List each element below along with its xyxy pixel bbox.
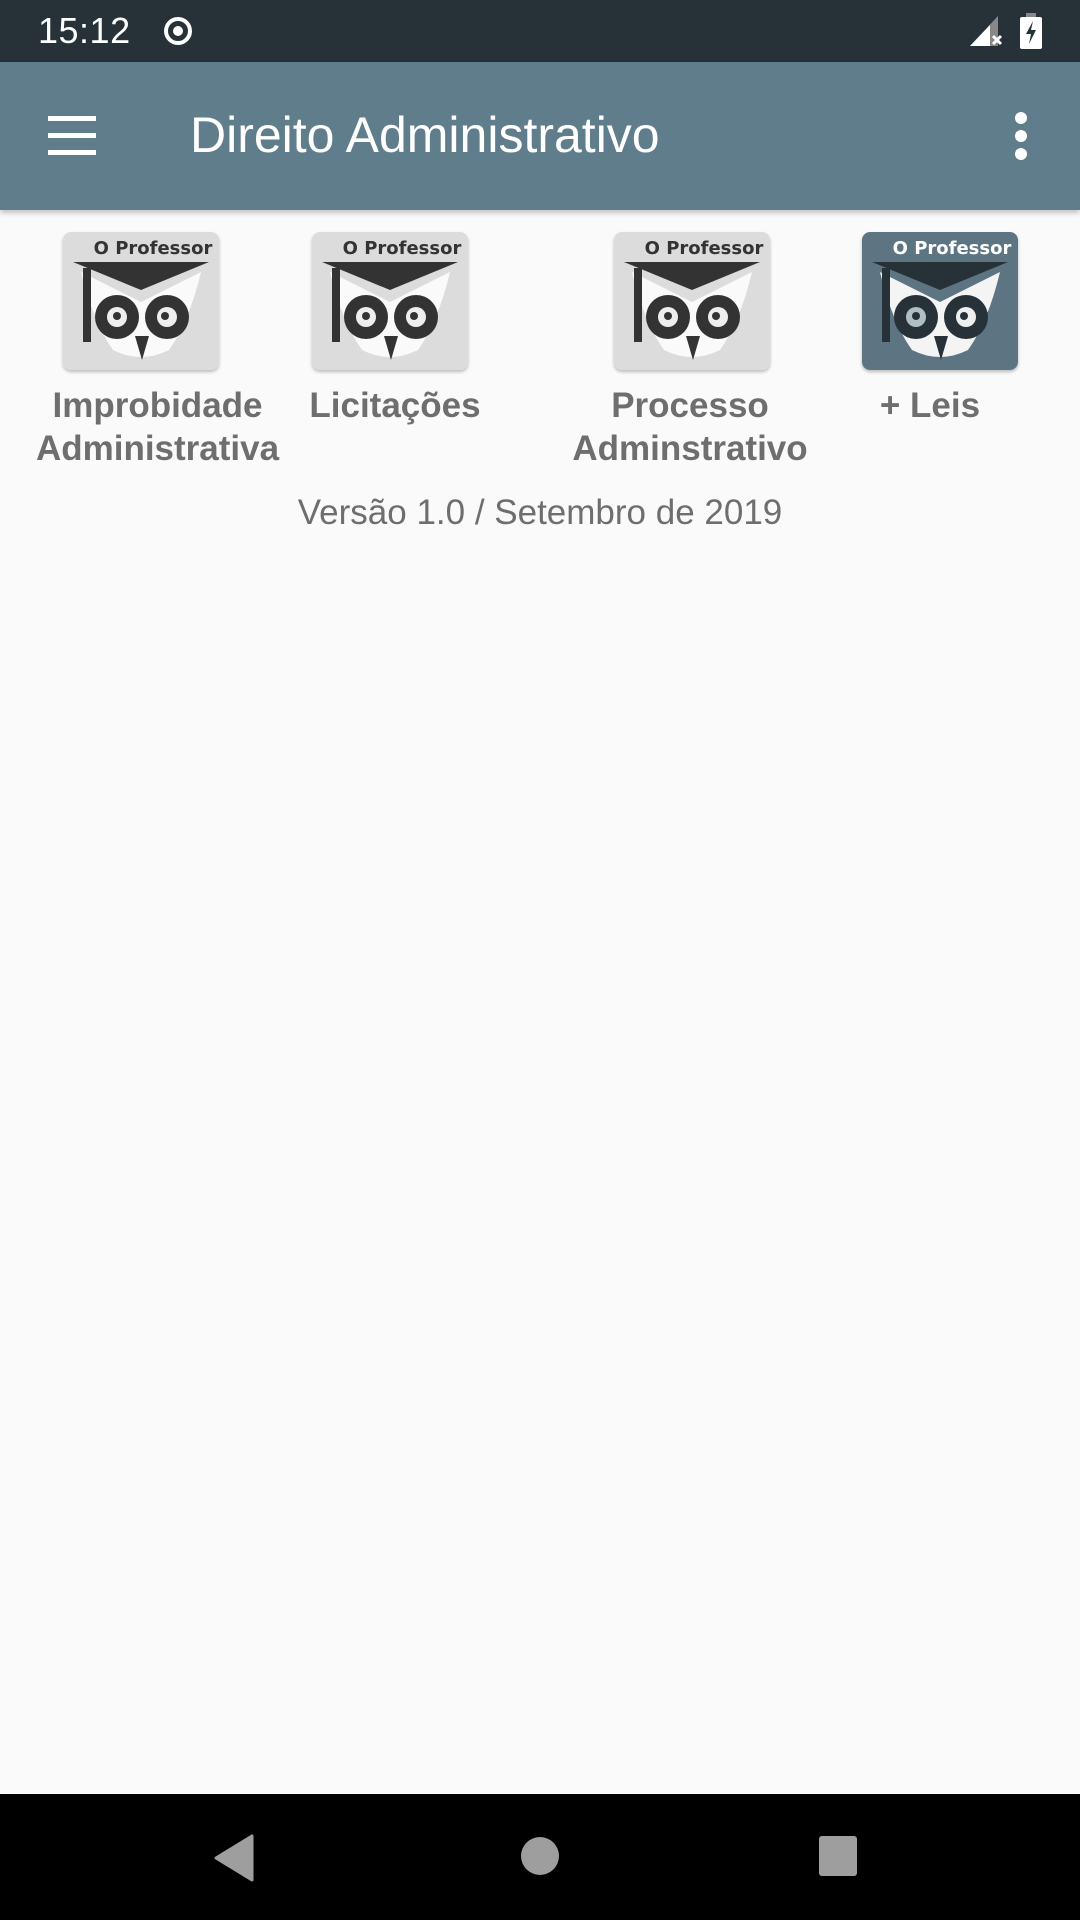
tile-icon-text: O Professor xyxy=(94,238,213,259)
tile-icon-text: O Professor xyxy=(893,238,1012,259)
app-title: Direito Administrativo xyxy=(190,107,660,163)
tile-improbidade-administrativa[interactable]: O Professor Improbidade Administrativa xyxy=(0,232,315,472)
back-icon[interactable] xyxy=(212,1834,256,1882)
tile-label: + Leis xyxy=(840,384,1020,427)
owl-professor-icon: O Professor xyxy=(63,232,219,370)
tile-label: Improbidade Administrativa xyxy=(0,384,315,470)
navigation-bar xyxy=(0,1794,1080,1920)
tile-label-line1: Processo xyxy=(611,386,769,425)
tile-label-line1: + Leis xyxy=(879,386,981,425)
owl-professor-icon: O Professor xyxy=(312,232,468,370)
tile-label-line1: Licitações xyxy=(309,386,481,425)
hamburger-menu-icon[interactable] xyxy=(40,106,104,166)
record-icon xyxy=(164,17,192,45)
tile-icon-text: O Professor xyxy=(343,238,462,259)
recents-icon[interactable] xyxy=(818,1835,858,1877)
tile-label-line2: Adminstrativo xyxy=(572,429,808,468)
home-icon[interactable] xyxy=(520,1836,560,1876)
tile-label-line2: Administrativa xyxy=(35,429,280,468)
tile-mais-leis[interactable]: O Professor + Leis xyxy=(840,232,1020,472)
battery-charging-icon xyxy=(1020,13,1042,49)
app-bar: Direito Administrativo xyxy=(0,62,1080,210)
tile-processo-administrativo[interactable]: O Professor Processo Adminstrativo xyxy=(540,232,840,472)
owl-professor-icon: O Professor xyxy=(862,232,1018,370)
tile-icon-text: O Professor xyxy=(645,238,764,259)
status-time: 15:12 xyxy=(38,10,131,51)
tile-licitacoes[interactable]: O Professor Licitações xyxy=(290,232,500,472)
tile-label: Processo Adminstrativo xyxy=(540,384,840,470)
more-vertical-icon[interactable] xyxy=(1000,102,1044,166)
status-bar: 15:12 xyxy=(0,0,1080,62)
tile-label: Licitações xyxy=(290,384,500,427)
signal-no-sim-icon xyxy=(970,16,1003,46)
owl-professor-icon: O Professor xyxy=(614,232,770,370)
version-text: Versão 1.0 / Setembro de 2019 xyxy=(297,493,783,532)
tile-label-line1: Improbidade xyxy=(52,386,263,425)
